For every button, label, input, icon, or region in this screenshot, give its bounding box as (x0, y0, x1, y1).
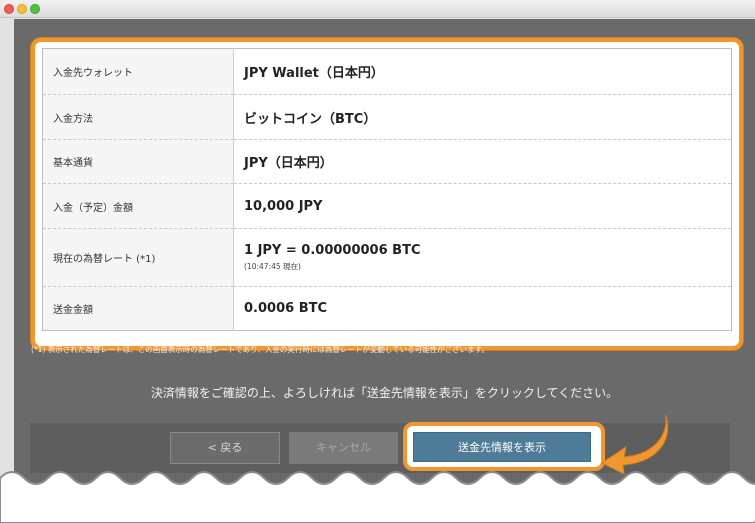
row-value: ビットコイン（BTC） (233, 94, 732, 140)
row-value: 1 JPY = 0.00000006 BTC (10:47:45 現在) (233, 228, 732, 287)
row-label: 送金金額 (42, 286, 234, 331)
row-value: 0.0006 BTC (244, 301, 328, 316)
table-row: 入金先ウォレット JPY Wallet（日本円） (42, 48, 732, 95)
title-bar (0, 0, 755, 18)
exchange-rate-timestamp: (10:47:45 現在) (244, 262, 301, 271)
row-label: 基本通貨 (42, 139, 234, 184)
cancel-button[interactable]: キャンセル (289, 432, 398, 464)
torn-edge-decoration (0, 471, 755, 523)
close-window-icon[interactable] (4, 4, 14, 14)
deposit-info-highlight: 入金先ウォレット JPY Wallet（日本円） 入金方法 ビットコイン（BTC… (31, 38, 743, 350)
exchange-rate-value: 1 JPY = 0.00000006 BTC (244, 243, 421, 258)
row-value: JPY（日本円） (233, 139, 732, 184)
row-label: 入金（予定）金額 (42, 183, 234, 229)
row-value: 10,000 JPY (233, 183, 732, 229)
minimize-window-icon[interactable] (17, 4, 27, 14)
table-row: 現在の為替レート (*1) 1 JPY = 0.00000006 BTC (10… (42, 228, 732, 287)
row-label: 現在の為替レート (*1) (42, 228, 234, 287)
row-label: 入金方法 (42, 94, 234, 140)
table-row: 入金（予定）金額 10,000 JPY (42, 183, 732, 229)
exchange-rate-note: (*1) 表示された為替レートは、この画面表示時の為替レートであり、入金の実行時… (31, 345, 489, 354)
deposit-info-table: 入金先ウォレット JPY Wallet（日本円） 入金方法 ビットコイン（BTC… (42, 48, 732, 331)
table-row: 基本通貨 JPY（日本円） (42, 139, 732, 184)
show-remittance-info-button[interactable]: 送金先情報を表示 (413, 432, 591, 462)
instruction-text: 決済情報をご確認の上、よろしければ「送金先情報を表示」をクリックしてください。 (150, 386, 619, 400)
row-value: JPY Wallet（日本円） (233, 48, 732, 95)
table-row: 入金方法 ビットコイン（BTC） (42, 94, 732, 140)
app-window: 入金先ウォレット JPY Wallet（日本円） 入金方法 ビットコイン（BTC… (0, 0, 755, 523)
page-content: 入金先ウォレット JPY Wallet（日本円） 入金方法 ビットコイン（BTC… (14, 19, 755, 523)
maximize-window-icon[interactable] (30, 4, 40, 14)
table-row: 送金金額 0.0006 BTC (42, 286, 732, 331)
row-label: 入金先ウォレット (42, 48, 234, 95)
back-button[interactable]: < 戻る (170, 432, 280, 464)
